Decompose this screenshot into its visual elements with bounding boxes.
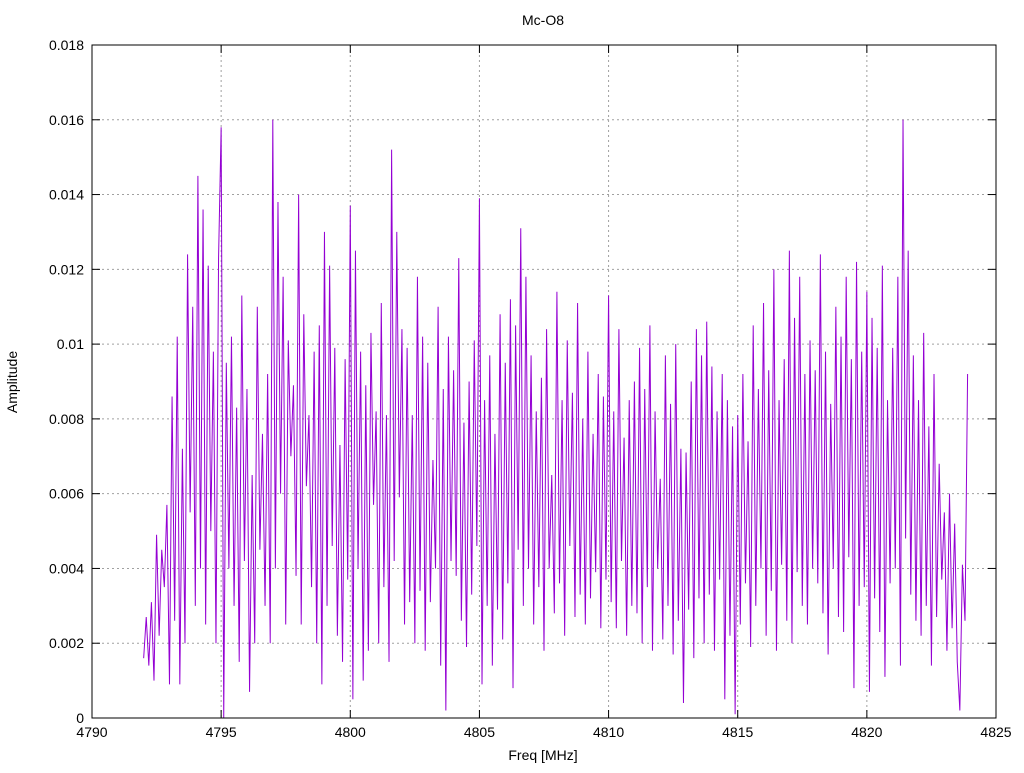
x-tick-label: 4795 [206,724,237,740]
x-tick-label: 4815 [722,724,753,740]
x-tick-label: 4820 [851,724,882,740]
y-axis-label: Amplitude [4,351,20,413]
amplitude-chart: 4790 4795 4800 4805 4810 4815 4820 4825 0 0.002 0.… [0,0,1024,768]
y-tick-label: 0.008 [49,411,84,427]
y-tick-label: 0.018 [49,37,84,53]
y-tick-label: 0.014 [49,187,84,203]
y-tick-label: 0.006 [49,486,84,502]
chart-background [0,0,1024,768]
x-tick-label: 4805 [464,724,495,740]
x-tick-label: 4810 [593,724,624,740]
y-tick-label: 0.016 [49,112,84,128]
y-tick-label: 0.01 [57,336,84,352]
y-tick-label: 0.004 [49,560,84,576]
x-tick-label: 4790 [76,724,107,740]
y-tick-label: 0.012 [49,261,84,277]
y-tick-label: 0.002 [49,635,84,651]
y-tick-label: 0 [76,710,84,726]
x-axis-label: Freq [MHz] [508,747,577,763]
x-tick-label: 4800 [335,724,366,740]
chart-title: Mc-O8 [522,12,564,28]
x-tick-label: 4825 [980,724,1011,740]
